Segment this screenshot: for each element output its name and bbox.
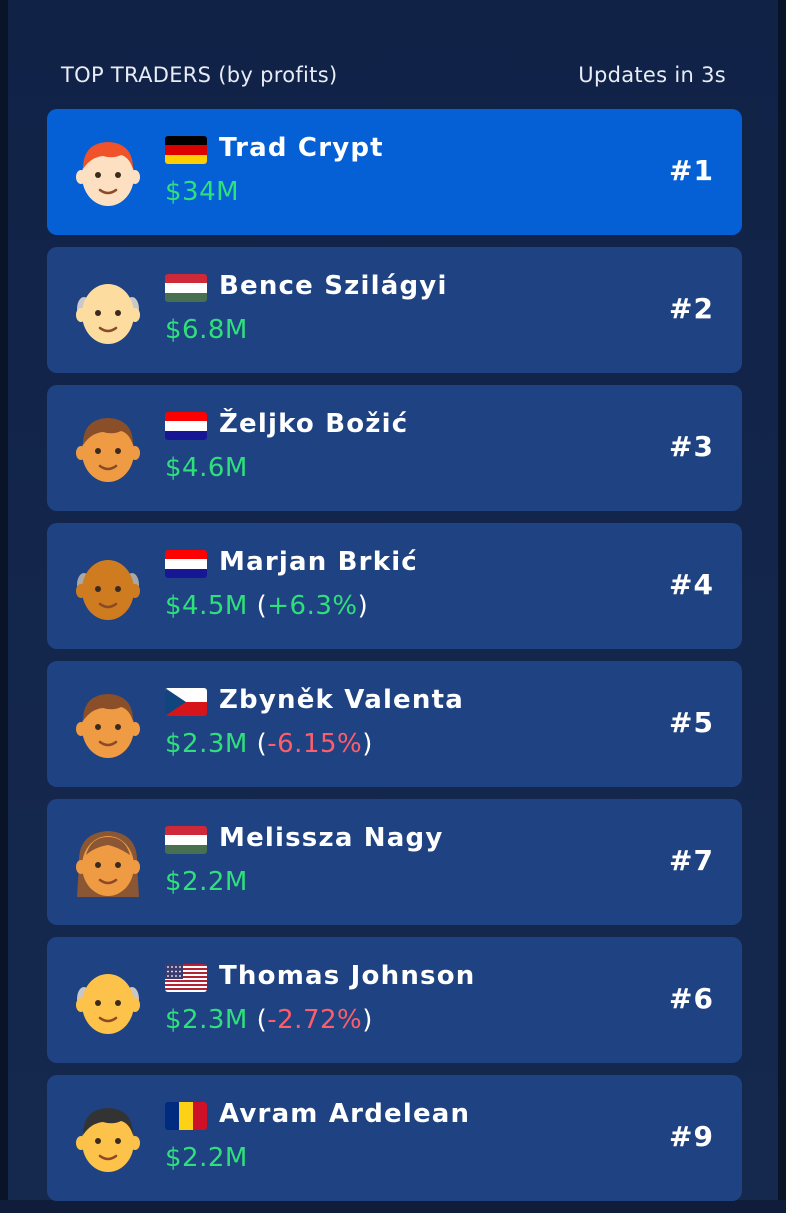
profit-amount: $2.2M — [165, 1143, 248, 1173]
profit-amount: $4.5M — [165, 591, 248, 621]
country-flag-icon — [165, 274, 207, 302]
profit-amount: $2.2M — [165, 867, 248, 897]
trader-name: Bence Szilágyi — [219, 271, 448, 301]
leaderboard-header: TOP TRADERS (by profits) Updates in 3s — [61, 60, 726, 90]
profit-value: $4.5M (+6.3%) — [165, 591, 369, 621]
rank-label: #4 — [669, 568, 714, 601]
country-flag-icon — [165, 1102, 207, 1130]
trader-row[interactable]: Trad Crypt $34M #1 — [47, 109, 742, 235]
trader-name: Melissza Nagy — [219, 823, 444, 853]
profit-value: $6.8M — [165, 315, 248, 345]
trader-row[interactable]: Bence Szilágyi $6.8M #2 — [47, 247, 742, 373]
profit-amount: $4.6M — [165, 453, 248, 483]
rank-label: #9 — [669, 1120, 714, 1153]
country-flag-icon — [165, 826, 207, 854]
trader-name: Marjan Brkić — [219, 547, 418, 577]
traders-list: Trad Crypt $34M #1 Bence Szilágyi $6.8M #2 Ž… — [47, 109, 742, 1213]
trader-name: Zbyněk Valenta — [219, 685, 464, 715]
profit-value: $2.2M — [165, 1143, 248, 1173]
right-edge — [778, 0, 786, 1200]
rank-label: #2 — [669, 292, 714, 325]
profit-amount: $2.3M — [165, 729, 248, 759]
country-flag-icon — [165, 136, 207, 164]
leaderboard-title: TOP TRADERS (by profits) — [61, 63, 338, 87]
trader-name: Thomas Johnson — [219, 961, 476, 991]
profit-change: -2.72% — [267, 1005, 363, 1035]
trader-row[interactable]: Zbyněk Valenta $2.3M (-6.15%) #5 — [47, 661, 742, 787]
profit-value: $2.2M — [165, 867, 248, 897]
trader-row[interactable]: Avram Ardelean $2.2M #9 — [47, 1075, 742, 1201]
trader-name: Trad Crypt — [219, 133, 384, 163]
country-flag-icon — [165, 550, 207, 578]
profit-amount: $2.3M — [165, 1005, 248, 1035]
profit-value: $2.3M (-6.15%) — [165, 729, 373, 759]
rank-label: #3 — [669, 430, 714, 463]
trader-row[interactable]: Thomas Johnson $2.3M (-2.72%) #6 — [47, 937, 742, 1063]
profit-value: $34M — [165, 177, 239, 207]
trader-row[interactable]: Melissza Nagy $2.2M #7 — [47, 799, 742, 925]
trader-row[interactable]: Marjan Brkić $4.5M (+6.3%) #4 — [47, 523, 742, 649]
rank-label: #5 — [669, 706, 714, 739]
profit-change: -6.15% — [267, 729, 363, 759]
profit-change: +6.3% — [267, 591, 358, 621]
rank-label: #6 — [669, 982, 714, 1015]
profit-amount: $6.8M — [165, 315, 248, 345]
country-flag-icon — [165, 688, 207, 716]
trader-name: Avram Ardelean — [219, 1099, 471, 1129]
profit-amount: $34M — [165, 177, 240, 207]
country-flag-icon — [165, 964, 207, 992]
left-edge — [0, 0, 8, 1200]
trader-row[interactable]: Željko Božić $4.6M #3 — [47, 385, 742, 511]
trader-name: Željko Božić — [219, 409, 409, 439]
rank-label: #1 — [669, 154, 714, 187]
country-flag-icon — [165, 412, 207, 440]
profit-value: $2.3M (-2.72%) — [165, 1005, 373, 1035]
rank-label: #7 — [669, 844, 714, 877]
update-countdown: Updates in 3s — [578, 63, 726, 87]
profit-value: $4.6M — [165, 453, 248, 483]
